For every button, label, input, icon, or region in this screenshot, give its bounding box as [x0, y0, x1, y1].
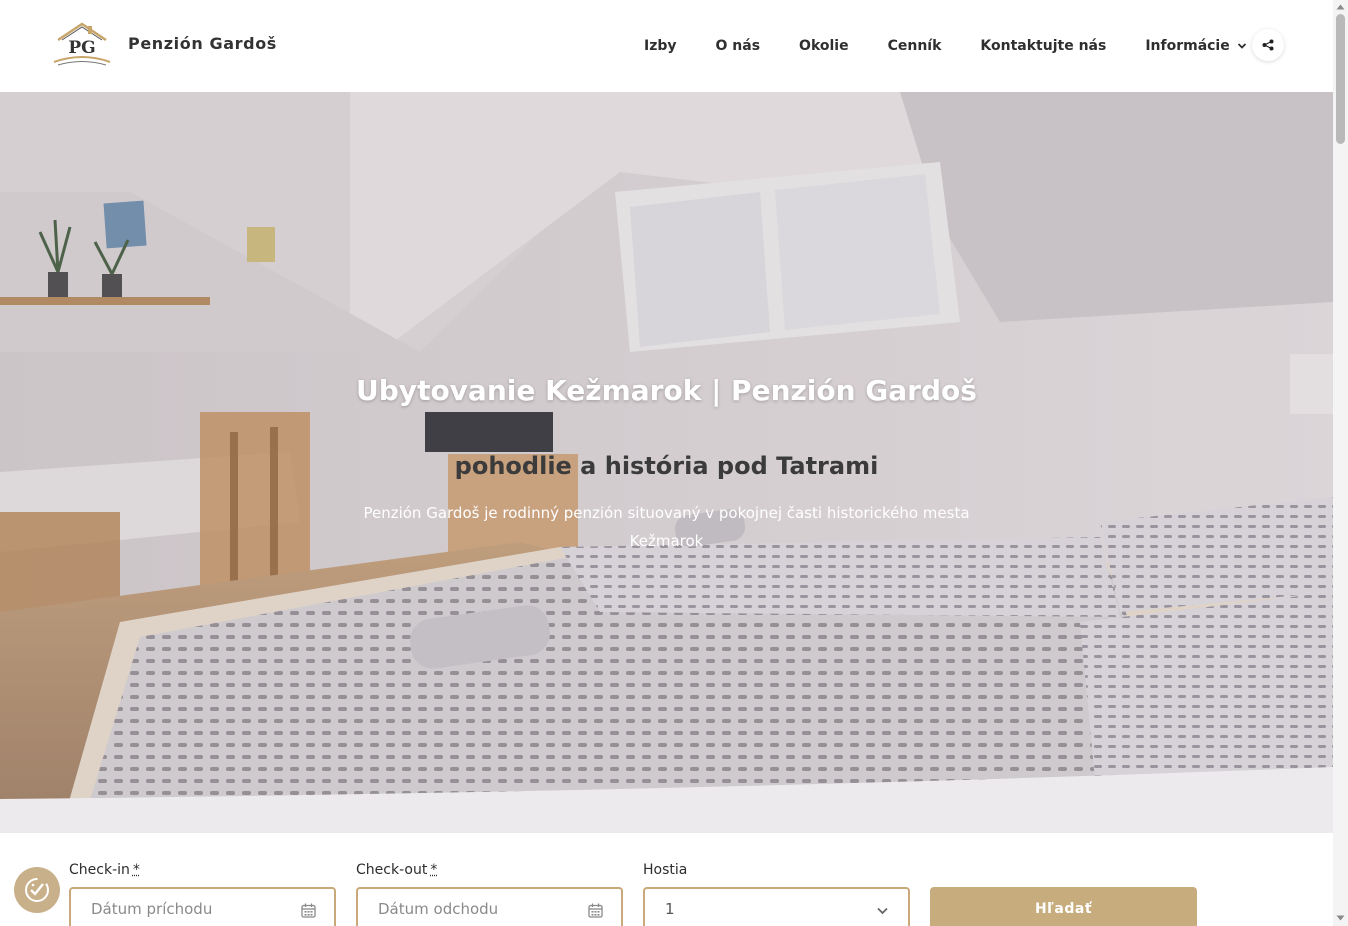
- nav-item-okolie[interactable]: Okolie: [789, 38, 859, 54]
- checkin-placeholder: Dátum príchodu: [91, 900, 212, 918]
- scroll-up-arrow-icon[interactable]: [1336, 3, 1345, 11]
- guests-label-text: Hostia: [643, 862, 687, 878]
- cookie-settings-button[interactable]: [14, 867, 60, 913]
- chevron-down-icon: [1237, 41, 1247, 51]
- checkout-label-text: Check-out: [356, 862, 427, 878]
- chevron-down-icon: [875, 903, 890, 918]
- nav-label: Izby: [644, 38, 677, 54]
- page-scrollbar[interactable]: [1333, 0, 1348, 926]
- search-button-label: Hľadať: [1035, 901, 1092, 917]
- cookie-consent-icon: [22, 875, 52, 905]
- guests-value: 1: [665, 900, 675, 918]
- brand-name[interactable]: Penzión Gardoš: [128, 34, 277, 53]
- nav-label: Cenník: [888, 38, 942, 54]
- checkout-placeholder: Dátum odchodu: [378, 900, 498, 918]
- main-nav: Izby O nás Okolie Cenník Kontaktujte nás…: [624, 0, 1266, 92]
- guests-label: Hostia: [643, 862, 687, 878]
- search-button[interactable]: Hľadať: [930, 887, 1197, 926]
- checkin-label-text: Check-in: [69, 862, 130, 878]
- hero-section: Ubytovanie Kežmarok | Penzión Gardoš poh…: [0, 92, 1333, 833]
- guests-select[interactable]: 1: [643, 887, 910, 926]
- logo-text: PG: [68, 38, 95, 58]
- scroll-down-arrow-icon[interactable]: [1336, 914, 1345, 922]
- nav-item-kontakt[interactable]: Kontaktujte nás: [970, 38, 1116, 54]
- nav-label: O nás: [716, 38, 761, 54]
- share-button[interactable]: [1252, 29, 1284, 61]
- calendar-icon: [301, 903, 316, 918]
- required-mark: *: [430, 862, 437, 878]
- nav-item-informacie[interactable]: Informácie: [1135, 38, 1256, 54]
- checkout-date-input[interactable]: Dátum odchodu: [356, 887, 623, 926]
- nav-label: Kontaktujte nás: [980, 38, 1106, 54]
- hero-description: Penzión Gardoš je rodinný penzión situov…: [340, 499, 993, 555]
- checkout-label: Check-out *: [356, 862, 437, 878]
- nav-item-o-nas[interactable]: O nás: [706, 38, 771, 54]
- nav-label: Informácie: [1145, 38, 1229, 54]
- nav-item-cennik[interactable]: Cenník: [878, 38, 952, 54]
- hero-subtitle: pohodlie a história pod Tatrami: [0, 452, 1333, 480]
- checkin-label: Check-in *: [69, 862, 140, 878]
- calendar-icon: [588, 903, 603, 918]
- share-icon: [1262, 39, 1274, 51]
- site-header: PG Penzión Gardoš Izby O nás Okolie Cenn…: [0, 0, 1333, 92]
- checkin-date-input[interactable]: Dátum príchodu: [69, 887, 336, 926]
- required-mark: *: [133, 862, 140, 878]
- scrollbar-thumb[interactable]: [1336, 14, 1345, 144]
- logo[interactable]: PG: [52, 20, 112, 68]
- nav-label: Okolie: [799, 38, 849, 54]
- hero-title: Ubytovanie Kežmarok | Penzión Gardoš: [0, 374, 1333, 407]
- nav-item-izby[interactable]: Izby: [634, 38, 687, 54]
